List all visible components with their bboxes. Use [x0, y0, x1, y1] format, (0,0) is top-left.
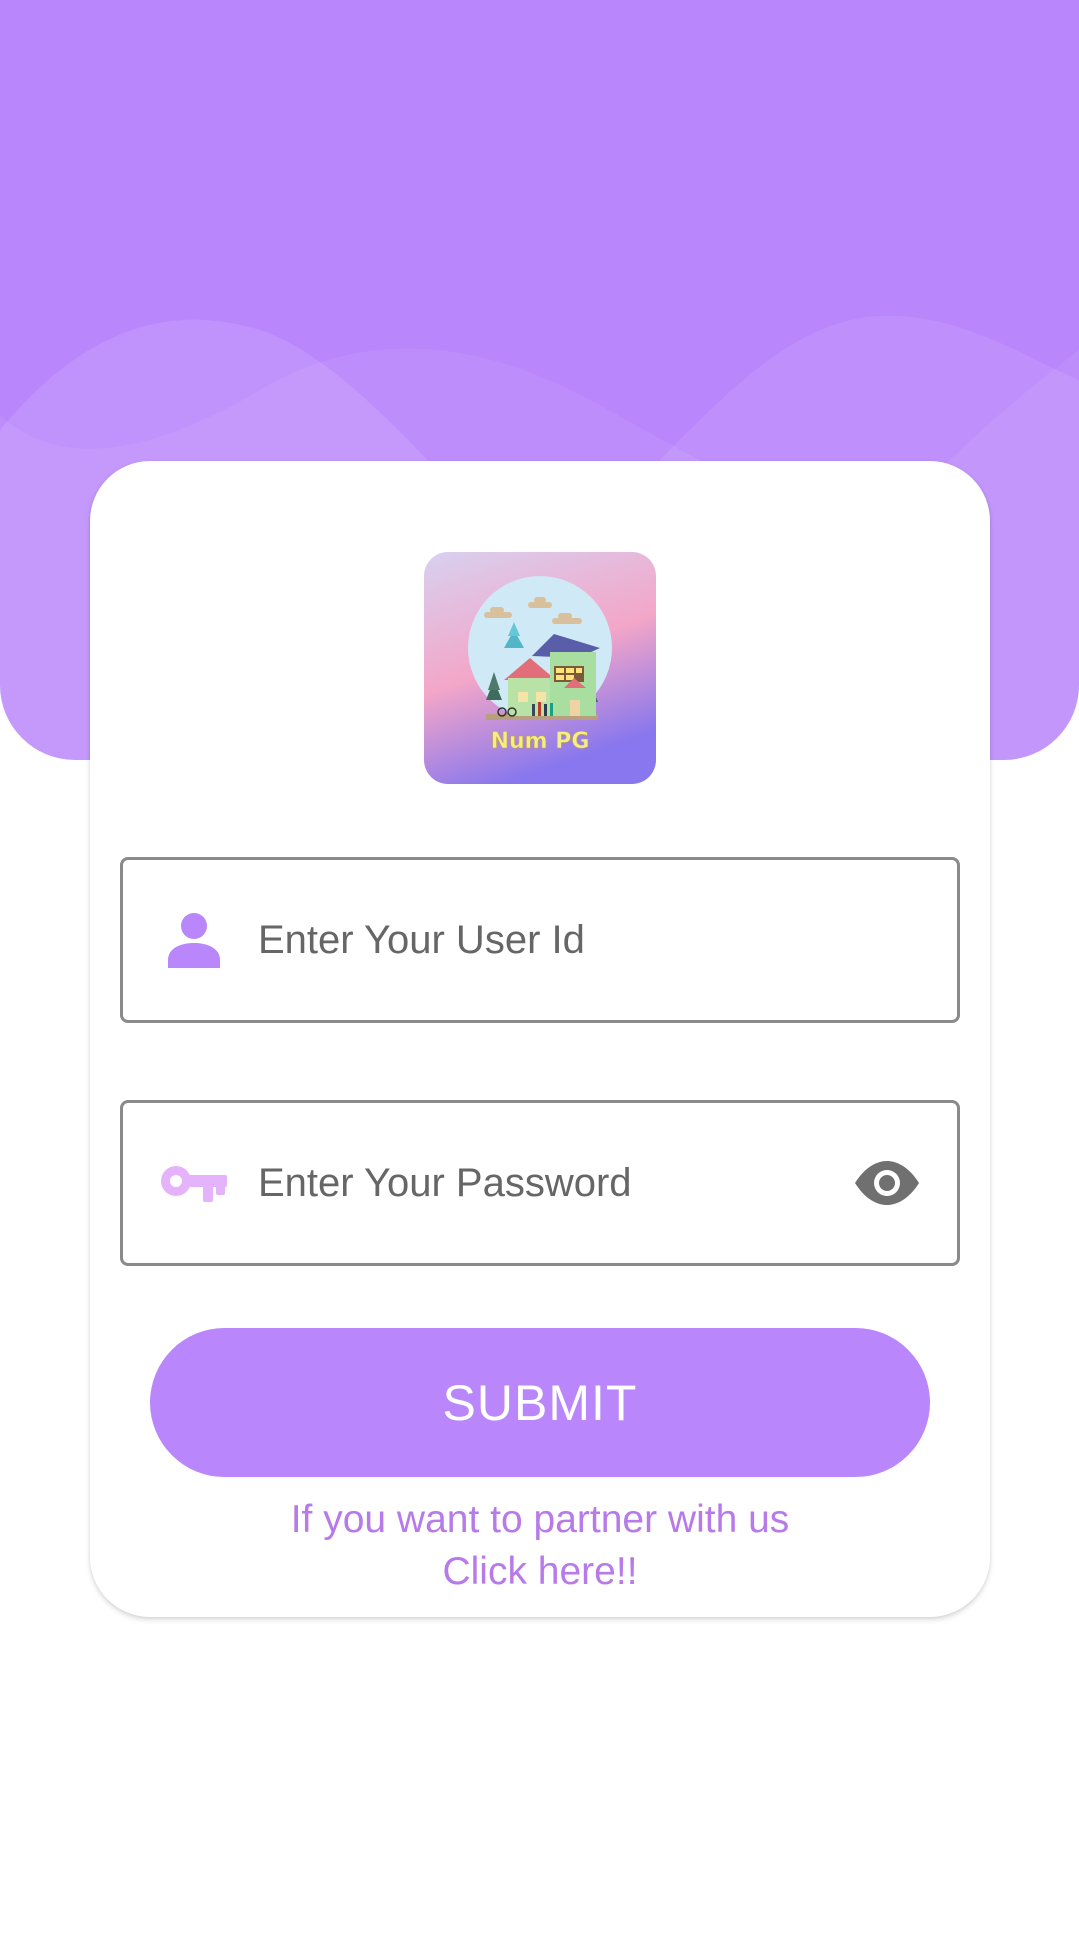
user-id-field[interactable]: [120, 857, 960, 1023]
partner-link[interactable]: If you want to partner with us Click her…: [150, 1494, 930, 1598]
house-logo-icon: Num PG: [424, 552, 656, 784]
app-logo: Num PG: [424, 552, 656, 784]
submit-button[interactable]: SUBMIT: [150, 1328, 930, 1477]
password-field[interactable]: [120, 1100, 960, 1266]
eye-icon[interactable]: [853, 1159, 921, 1207]
key-icon: [161, 1166, 227, 1202]
partner-click-here-link[interactable]: Click here!!: [150, 1546, 930, 1598]
logo-text: Num PG: [491, 729, 590, 754]
partner-line-1[interactable]: If you want to partner with us: [150, 1494, 930, 1546]
password-input[interactable]: [258, 1133, 818, 1233]
person-icon: [168, 913, 220, 968]
user-id-input[interactable]: [258, 890, 818, 990]
